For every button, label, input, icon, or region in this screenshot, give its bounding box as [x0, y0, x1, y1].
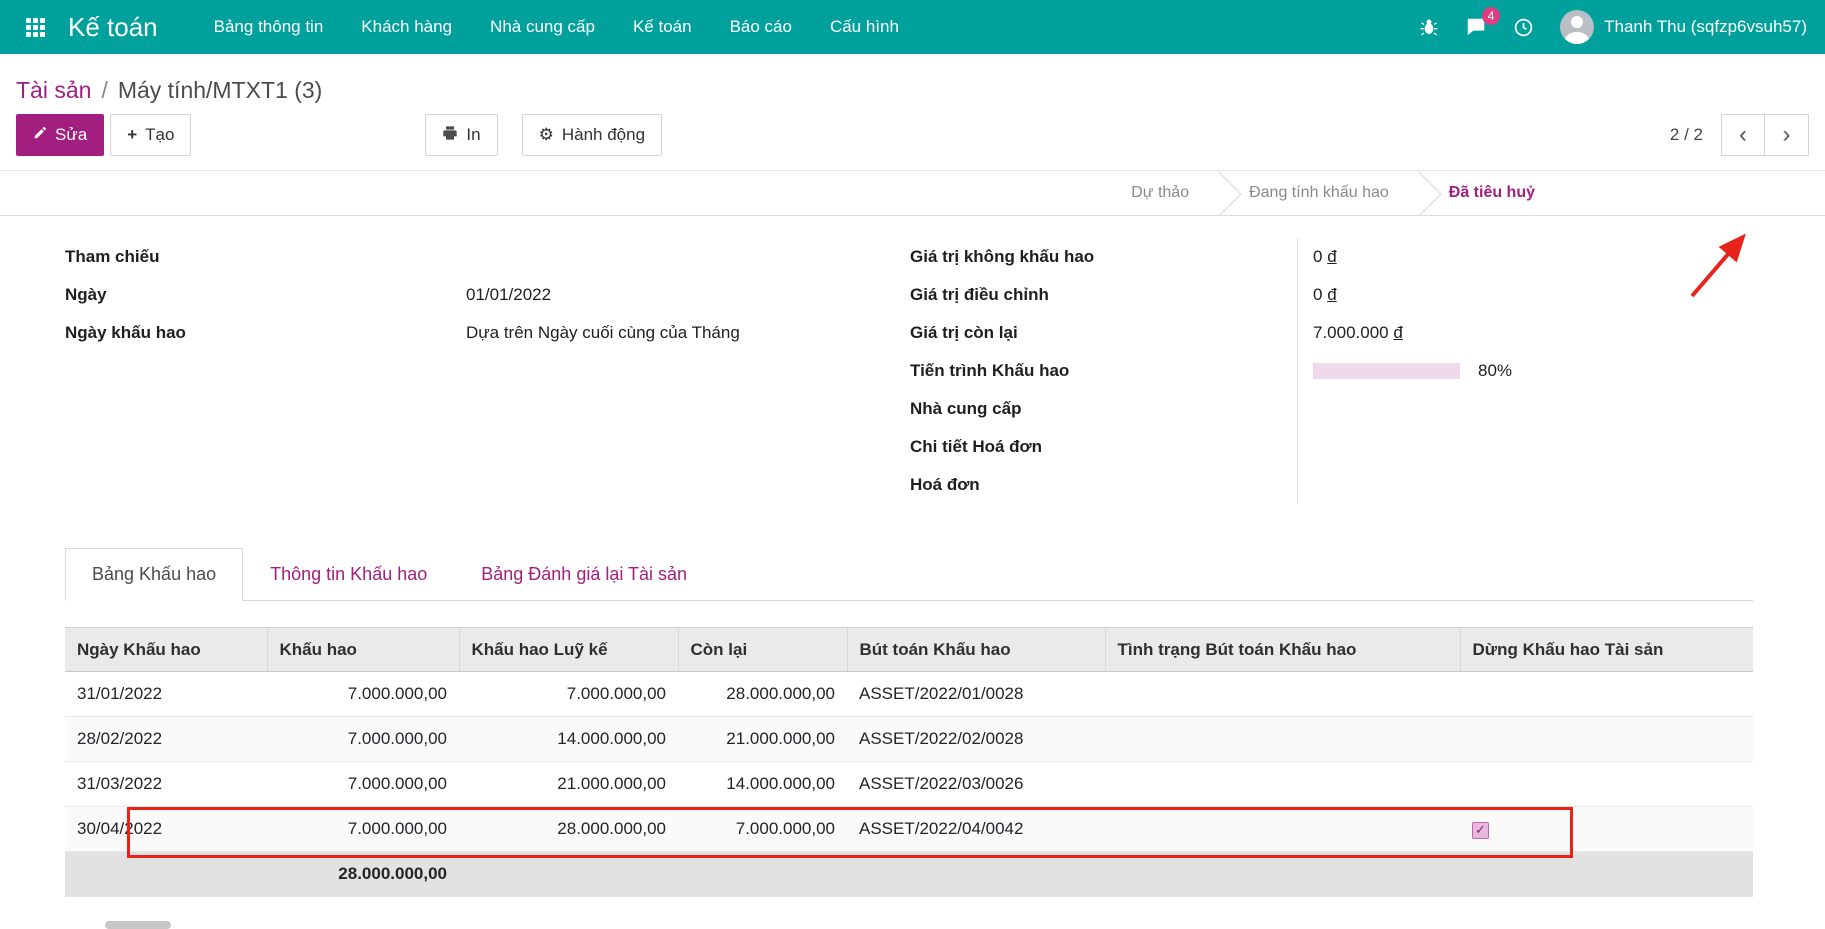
- pencil-icon: [33, 125, 47, 145]
- depreciation-table: Ngày Khấu hao Khấu hao Khấu hao Luỹ kế C…: [65, 627, 1753, 897]
- col-header-stop-depreciation[interactable]: Dừng Khấu hao Tài sản: [1460, 628, 1753, 672]
- app-title[interactable]: Kế toán: [68, 12, 158, 43]
- progress-percent: 80%: [1478, 361, 1512, 381]
- field-label-depreciation-date: Ngày khấu hao: [65, 323, 466, 343]
- field-label-residual: Giá trị còn lại: [910, 323, 1297, 343]
- menu-accounting[interactable]: Kế toán: [633, 17, 692, 37]
- table-row-highlighted[interactable]: 30/04/2022 7.000.000,00 28.000.000,00 7.…: [65, 807, 1753, 852]
- breadcrumb-separator: /: [101, 77, 107, 104]
- table-row[interactable]: 31/01/2022 7.000.000,00 7.000.000,00 28.…: [65, 672, 1753, 717]
- field-label-bill: Hoá đơn: [910, 475, 1297, 495]
- table-row[interactable]: 31/03/2022 7.000.000,00 21.000.000,00 14…: [65, 762, 1753, 807]
- field-label-adjustment: Giá trị điều chỉnh: [910, 285, 1297, 305]
- footer-total: 28.000.000,00: [267, 852, 459, 897]
- status-step-draft[interactable]: Dự thảo: [1101, 171, 1219, 215]
- tab-asset-revaluation[interactable]: Bảng Đánh giá lại Tài sản: [454, 548, 714, 601]
- action-button[interactable]: ⚙ Hành động: [522, 114, 662, 156]
- field-value-date[interactable]: 01/01/2022: [466, 285, 910, 305]
- field-value-residual[interactable]: 7.000.000 đ: [1297, 314, 1753, 352]
- pager-next-button[interactable]: ›: [1765, 114, 1809, 156]
- create-button[interactable]: + Tạo: [110, 114, 191, 156]
- message-count-badge: 4: [1482, 7, 1500, 25]
- col-header-date[interactable]: Ngày Khấu hao: [65, 628, 267, 672]
- apps-grid-icon: [26, 18, 45, 37]
- apps-menu-button[interactable]: [18, 10, 52, 44]
- print-button[interactable]: In: [425, 114, 497, 156]
- currency-symbol: đ: [1393, 323, 1402, 343]
- status-step-disposed[interactable]: Đã tiêu huỷ: [1419, 171, 1565, 215]
- field-value-bill[interactable]: [1297, 466, 1753, 504]
- progressbar-track: [1313, 363, 1460, 379]
- field-label-reference: Tham chiếu: [65, 247, 466, 267]
- col-header-entry[interactable]: Bút toán Khấu hao: [847, 628, 1105, 672]
- col-header-cumulative[interactable]: Khấu hao Luỹ kế: [459, 628, 678, 672]
- field-value-non-depreciable[interactable]: 0 đ: [1297, 238, 1753, 276]
- chevron-right-icon: ›: [1783, 121, 1791, 149]
- plus-icon: +: [127, 125, 137, 145]
- breadcrumb-parent-link[interactable]: Tài sản: [16, 77, 91, 104]
- table-row[interactable]: 28/02/2022 7.000.000,00 14.000.000,00 21…: [65, 717, 1753, 762]
- messages-icon[interactable]: 4: [1465, 16, 1487, 38]
- menu-vendors[interactable]: Nhà cung cấp: [490, 17, 595, 37]
- horizontal-scrollbar[interactable]: [105, 921, 171, 929]
- check-icon: ✓: [1475, 822, 1486, 838]
- col-header-remaining[interactable]: Còn lại: [678, 628, 847, 672]
- user-avatar: [1560, 10, 1594, 44]
- printer-icon: [442, 125, 458, 146]
- activities-clock-icon[interactable]: [1513, 17, 1534, 38]
- field-label-non-depreciable: Giá trị không khấu hao: [910, 247, 1297, 267]
- edit-button[interactable]: Sửa: [16, 114, 104, 156]
- menu-customers[interactable]: Khách hàng: [361, 17, 452, 37]
- statusbar: Dự thảo Đang tính khấu hao Đã tiêu huỷ: [0, 170, 1825, 216]
- top-navbar: Kế toán Bảng thông tin Khách hàng Nhà cu…: [0, 0, 1825, 54]
- field-label-progress: Tiến trình Khấu hao: [910, 361, 1297, 381]
- tab-depreciation-info[interactable]: Thông tin Khấu hao: [243, 548, 454, 601]
- pager-counter: 2 / 2: [1670, 125, 1703, 145]
- main-menu: Bảng thông tin Khách hàng Nhà cung cấp K…: [214, 17, 899, 37]
- menu-dashboard[interactable]: Bảng thông tin: [214, 17, 324, 37]
- currency-symbol: đ: [1327, 285, 1336, 305]
- stop-depreciation-checkbox[interactable]: ✓: [1472, 822, 1489, 839]
- asset-form: Tham chiếu Ngày 01/01/2022 Ngày khấu hao…: [65, 216, 1753, 504]
- field-label-date: Ngày: [65, 285, 466, 305]
- user-name: Thanh Thu (sqfzp6vsuh57): [1604, 17, 1807, 37]
- field-value-adjustment[interactable]: 0 đ: [1297, 276, 1753, 314]
- field-value-vendor[interactable]: [1297, 390, 1753, 428]
- depreciation-progress: 80%: [1297, 352, 1753, 390]
- menu-reports[interactable]: Báo cáo: [730, 17, 792, 37]
- table-footer-row: 28.000.000,00: [65, 852, 1753, 897]
- breadcrumb: Tài sản / Máy tính/MTXT1 (3): [16, 54, 1809, 108]
- breadcrumb-current: Máy tính/MTXT1 (3): [118, 77, 322, 104]
- gear-icon: ⚙: [539, 125, 554, 145]
- chevron-left-icon: ‹: [1739, 121, 1747, 149]
- field-value-depreciation-date[interactable]: Dựa trên Ngày cuối cùng của Tháng: [466, 323, 910, 343]
- table-header-row: Ngày Khấu hao Khấu hao Khấu hao Luỹ kế C…: [65, 628, 1753, 672]
- menu-configuration[interactable]: Cấu hình: [830, 17, 899, 37]
- field-label-bill-line: Chi tiết Hoá đơn: [910, 437, 1297, 457]
- col-header-amount[interactable]: Khấu hao: [267, 628, 459, 672]
- tab-depreciation-board[interactable]: Bảng Khấu hao: [65, 548, 243, 601]
- debug-bug-icon[interactable]: [1419, 17, 1439, 37]
- pager-previous-button[interactable]: ‹: [1721, 114, 1765, 156]
- status-step-running[interactable]: Đang tính khấu hao: [1219, 171, 1419, 215]
- field-value-bill-line[interactable]: [1297, 428, 1753, 466]
- currency-symbol: đ: [1327, 247, 1336, 267]
- notebook-tabs: Bảng Khấu hao Thông tin Khấu hao Bảng Đá…: [65, 548, 1753, 601]
- user-menu[interactable]: Thanh Thu (sqfzp6vsuh57): [1560, 10, 1807, 44]
- field-label-vendor: Nhà cung cấp: [910, 399, 1297, 419]
- col-header-entry-status[interactable]: Tình trạng Bút toán Khấu hao: [1105, 628, 1460, 672]
